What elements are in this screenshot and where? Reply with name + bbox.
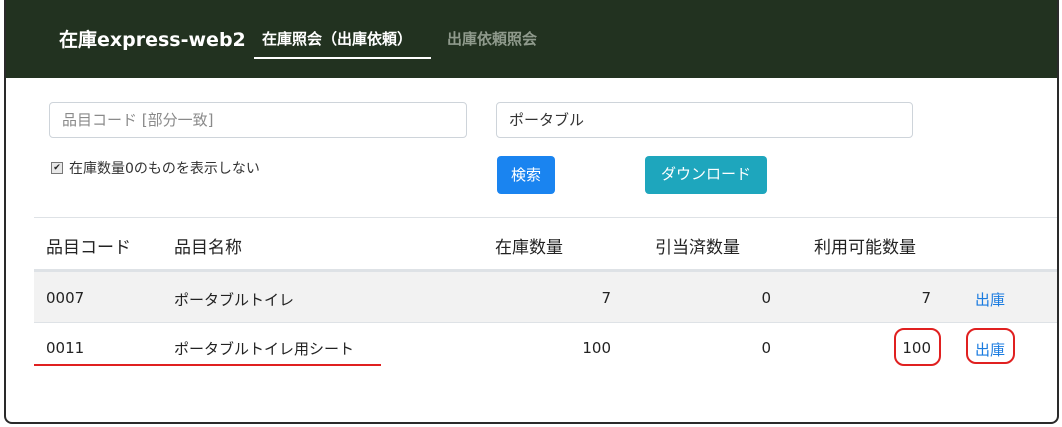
row-allocated-qty: 0 [761,289,771,307]
app-window: 在庫express-web2 在庫照会（出庫依頼） 出庫依頼照会 品目コード [… [4,0,1059,424]
active-tab-indicator [254,57,431,59]
navbar: 在庫express-web2 在庫照会（出庫依頼） 出庫依頼照会 [6,0,1057,78]
row-item-name: ポータブルトイレ [174,291,295,309]
row-stock-qty: 100 [582,339,611,357]
row-item-name: ポータブルトイレ用シート [174,340,355,358]
row-item-code: 0011 [46,339,85,357]
item-name-input[interactable]: ポータブル [496,102,913,138]
header-item-name: 品目名称 [174,238,242,258]
row-item-code: 0007 [46,289,85,307]
annotation-circle-ship [966,328,1015,364]
annotation-underline [34,364,381,366]
row-border [34,322,1057,323]
hide-zero-checkbox[interactable]: ✔ [51,162,63,174]
item-code-input[interactable]: 品目コード [部分一致] [49,102,467,138]
search-button[interactable]: 検索 [497,156,555,194]
row-stock-qty: 7 [601,289,611,307]
header-allocated-qty: 引当済数量 [655,238,740,258]
hide-zero-stock-option[interactable]: ✔ 在庫数量0のものを表示しない [51,158,260,178]
download-button[interactable]: ダウンロード [645,156,767,194]
tab-shipment-request-inquiry[interactable]: 出庫依頼照会 [447,28,537,49]
header-available-qty: 利用可能数量 [814,238,916,258]
header-stock-qty: 在庫数量 [495,238,563,258]
row-allocated-qty: 0 [761,339,771,357]
brand-title[interactable]: 在庫express-web2 [59,25,246,52]
annotation-circle-available [894,328,941,366]
section-divider [34,217,1057,218]
row-available-qty: 7 [921,289,931,307]
header-item-code: 品目コード [46,238,131,258]
tab-stock-inquiry[interactable]: 在庫照会（出庫依頼） [262,28,412,49]
row-ship-link[interactable]: 出庫 [975,289,1005,310]
hide-zero-label: 在庫数量0のものを表示しない [69,161,260,177]
